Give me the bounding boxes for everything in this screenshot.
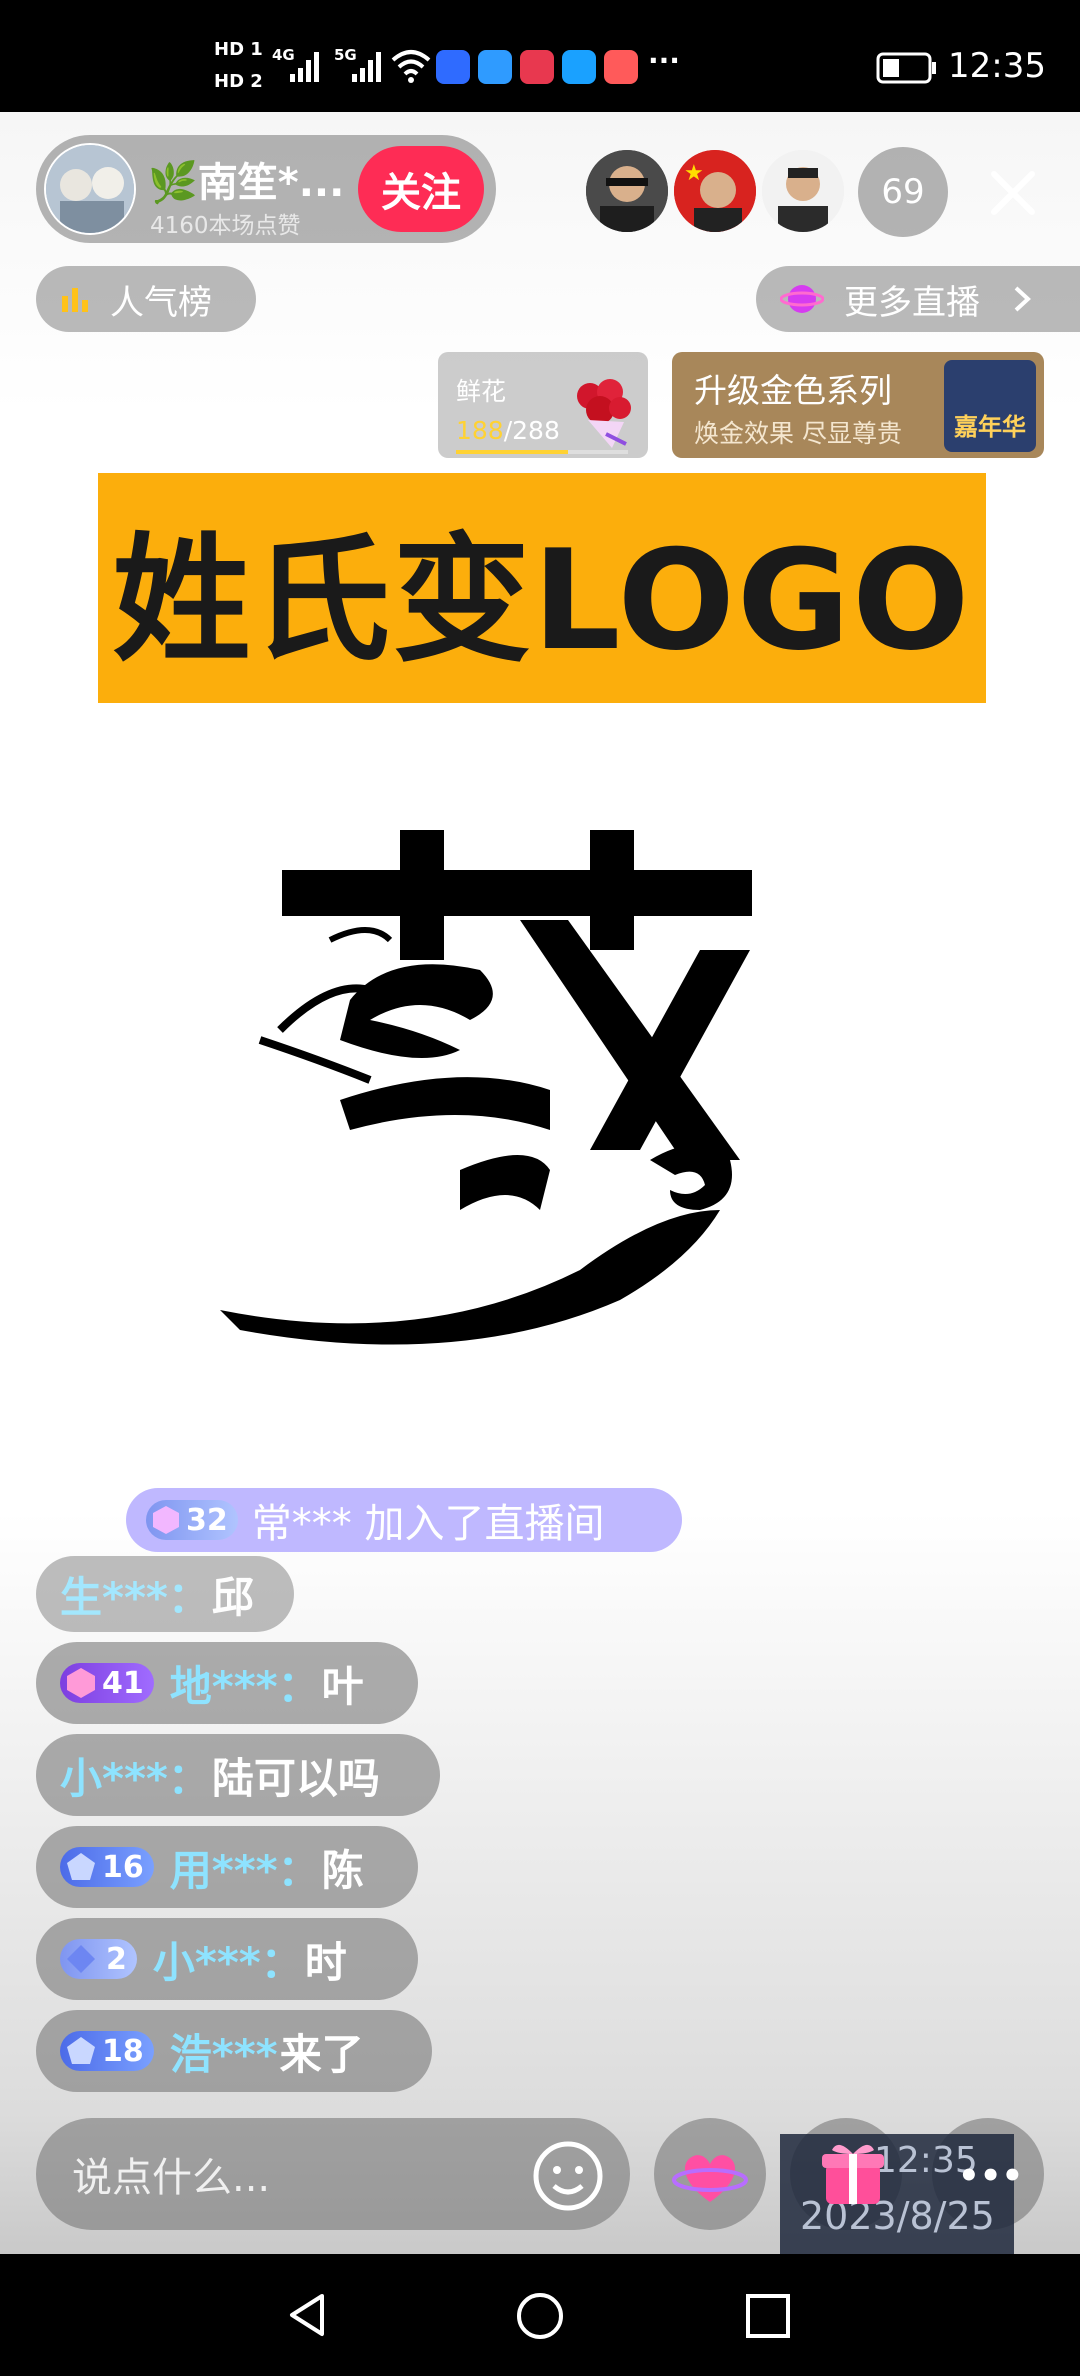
chat-message[interactable]: 2 小***： 时	[36, 1918, 418, 2000]
chat-username[interactable]: 小***：	[60, 1745, 210, 1806]
gift-goal-progress-fill	[456, 450, 568, 454]
browser-app-icon	[478, 50, 512, 84]
surname-logo-artwork	[220, 830, 752, 1345]
back-icon[interactable]	[282, 2290, 332, 2340]
popularity-rank-label: 人气榜	[110, 282, 212, 323]
diamond-level-icon	[67, 1945, 95, 1973]
chat-username[interactable]: 小***：	[153, 1929, 303, 1990]
home-icon[interactable]	[514, 2290, 566, 2342]
gift-goal-current: 188	[456, 416, 504, 445]
chat-message[interactable]: 41 地***： 叶	[36, 1642, 418, 1724]
e-app-icon	[562, 50, 596, 84]
chat-text: 邱	[211, 1572, 254, 1622]
chat-message[interactable]: 生***： 邱	[36, 1556, 294, 1632]
join-notice: 32 常*** 加入了直播间	[126, 1488, 682, 1552]
viewer-avatar[interactable]: ★	[674, 150, 756, 232]
system-nav-bar	[0, 2254, 1080, 2376]
chat-username[interactable]: 浩***	[170, 2021, 278, 2082]
chat-text: 陈	[321, 1845, 364, 1895]
close-icon[interactable]	[980, 160, 1046, 226]
chat-level: 18	[102, 2033, 144, 2069]
battery-icon	[876, 52, 936, 84]
more-dots-icon[interactable]: •••	[958, 2156, 1023, 2196]
chat-username[interactable]: 地***：	[170, 1653, 320, 1714]
planet-icon	[780, 285, 824, 313]
chat-username[interactable]: 用***：	[170, 1837, 320, 1898]
more-live-label: 更多直播	[844, 282, 980, 323]
level-badge: 18	[60, 2031, 154, 2071]
comment-placeholder: 说点什么...	[72, 2155, 271, 2201]
host-name: 🌿南笙*...	[148, 160, 345, 206]
gift-goal-total: /288	[503, 416, 560, 445]
status-bar: HD 1 HD 2 4G 5G ··· 12:35	[0, 0, 1080, 112]
stream-banner: 姓氏变LOGO	[98, 473, 986, 703]
level-badge: 41	[60, 1663, 154, 1703]
bulb-app-icon	[436, 50, 470, 84]
clock: 12:35	[948, 46, 1046, 86]
chat-username[interactable]: 生***：	[60, 1564, 210, 1625]
popularity-rank-button[interactable]: 人气榜	[36, 266, 256, 332]
gem-level-icon	[67, 1668, 95, 1698]
sim2-label: HD 2	[214, 71, 263, 92]
pentagon-level-icon	[67, 1853, 95, 1880]
heart-icon	[672, 2155, 748, 2202]
promo-title: 升级金色系列	[694, 371, 892, 410]
promo-subtitle: 焕金效果 尽显尊贵	[694, 419, 902, 448]
carnival-badge: 嘉年华	[944, 360, 1036, 452]
book-app-icon	[520, 50, 554, 84]
viewer-count[interactable]: 69	[858, 147, 948, 237]
host-avatar[interactable]	[44, 143, 136, 235]
level-badge: 32	[146, 1500, 238, 1540]
chat-text: 时	[304, 1937, 347, 1987]
sim1-label: HD 1	[214, 39, 263, 60]
viewer-avatar[interactable]	[586, 150, 668, 232]
like-button[interactable]	[654, 2118, 766, 2230]
join-text: 常*** 加入了直播间	[251, 1501, 605, 1547]
gift-goal-progress-track	[456, 450, 628, 454]
follow-button[interactable]: 关注	[358, 146, 484, 232]
emoji-icon[interactable]	[532, 2140, 604, 2212]
chat-level: 16	[102, 1849, 144, 1885]
chat-text: 陆可以吗	[211, 1753, 380, 1803]
chat-message[interactable]: 16 用***： 陈	[36, 1826, 418, 1908]
host-likes: 4160本场点赞	[150, 213, 301, 239]
viewer-avatar[interactable]	[762, 150, 844, 232]
timestamp-overlay: 12:35 2023/8/25 •••	[780, 2134, 1023, 2254]
flower-bouquet-icon	[577, 379, 631, 448]
chat-level: 41	[102, 1665, 144, 1701]
svg-text:★: ★	[684, 161, 704, 186]
bar-chart-icon	[62, 288, 88, 312]
level-badge: 2	[60, 1939, 137, 1979]
gift-goal-name: 鲜花	[456, 377, 507, 406]
carnival-badge-label: 嘉年华	[954, 413, 1026, 441]
gift-box-icon	[822, 2144, 884, 2204]
signal-icon	[290, 52, 319, 82]
chat-level: 2	[106, 1941, 127, 1977]
chevron-right-icon	[1014, 286, 1031, 312]
chat-text: 叶	[321, 1661, 364, 1711]
chat-message[interactable]: 小***： 陆可以吗	[36, 1734, 440, 1816]
more-live-button[interactable]: 更多直播	[756, 266, 1080, 332]
more-notifications-icon: ···	[648, 44, 680, 77]
pentagon-level-icon	[67, 2037, 95, 2064]
join-level: 32	[186, 1502, 228, 1538]
recents-icon[interactable]	[744, 2292, 792, 2340]
hexagon-level-icon	[153, 1506, 179, 1534]
shopping-app-icon	[604, 50, 638, 84]
gift-goal-progress-text: 188/288	[456, 416, 560, 445]
wifi-icon	[391, 50, 431, 83]
signal-icon	[352, 52, 381, 82]
level-badge: 16	[60, 1847, 154, 1887]
chat-message[interactable]: 18 浩*** 来了	[36, 2010, 432, 2092]
chat-text: 来了	[279, 2029, 364, 2079]
